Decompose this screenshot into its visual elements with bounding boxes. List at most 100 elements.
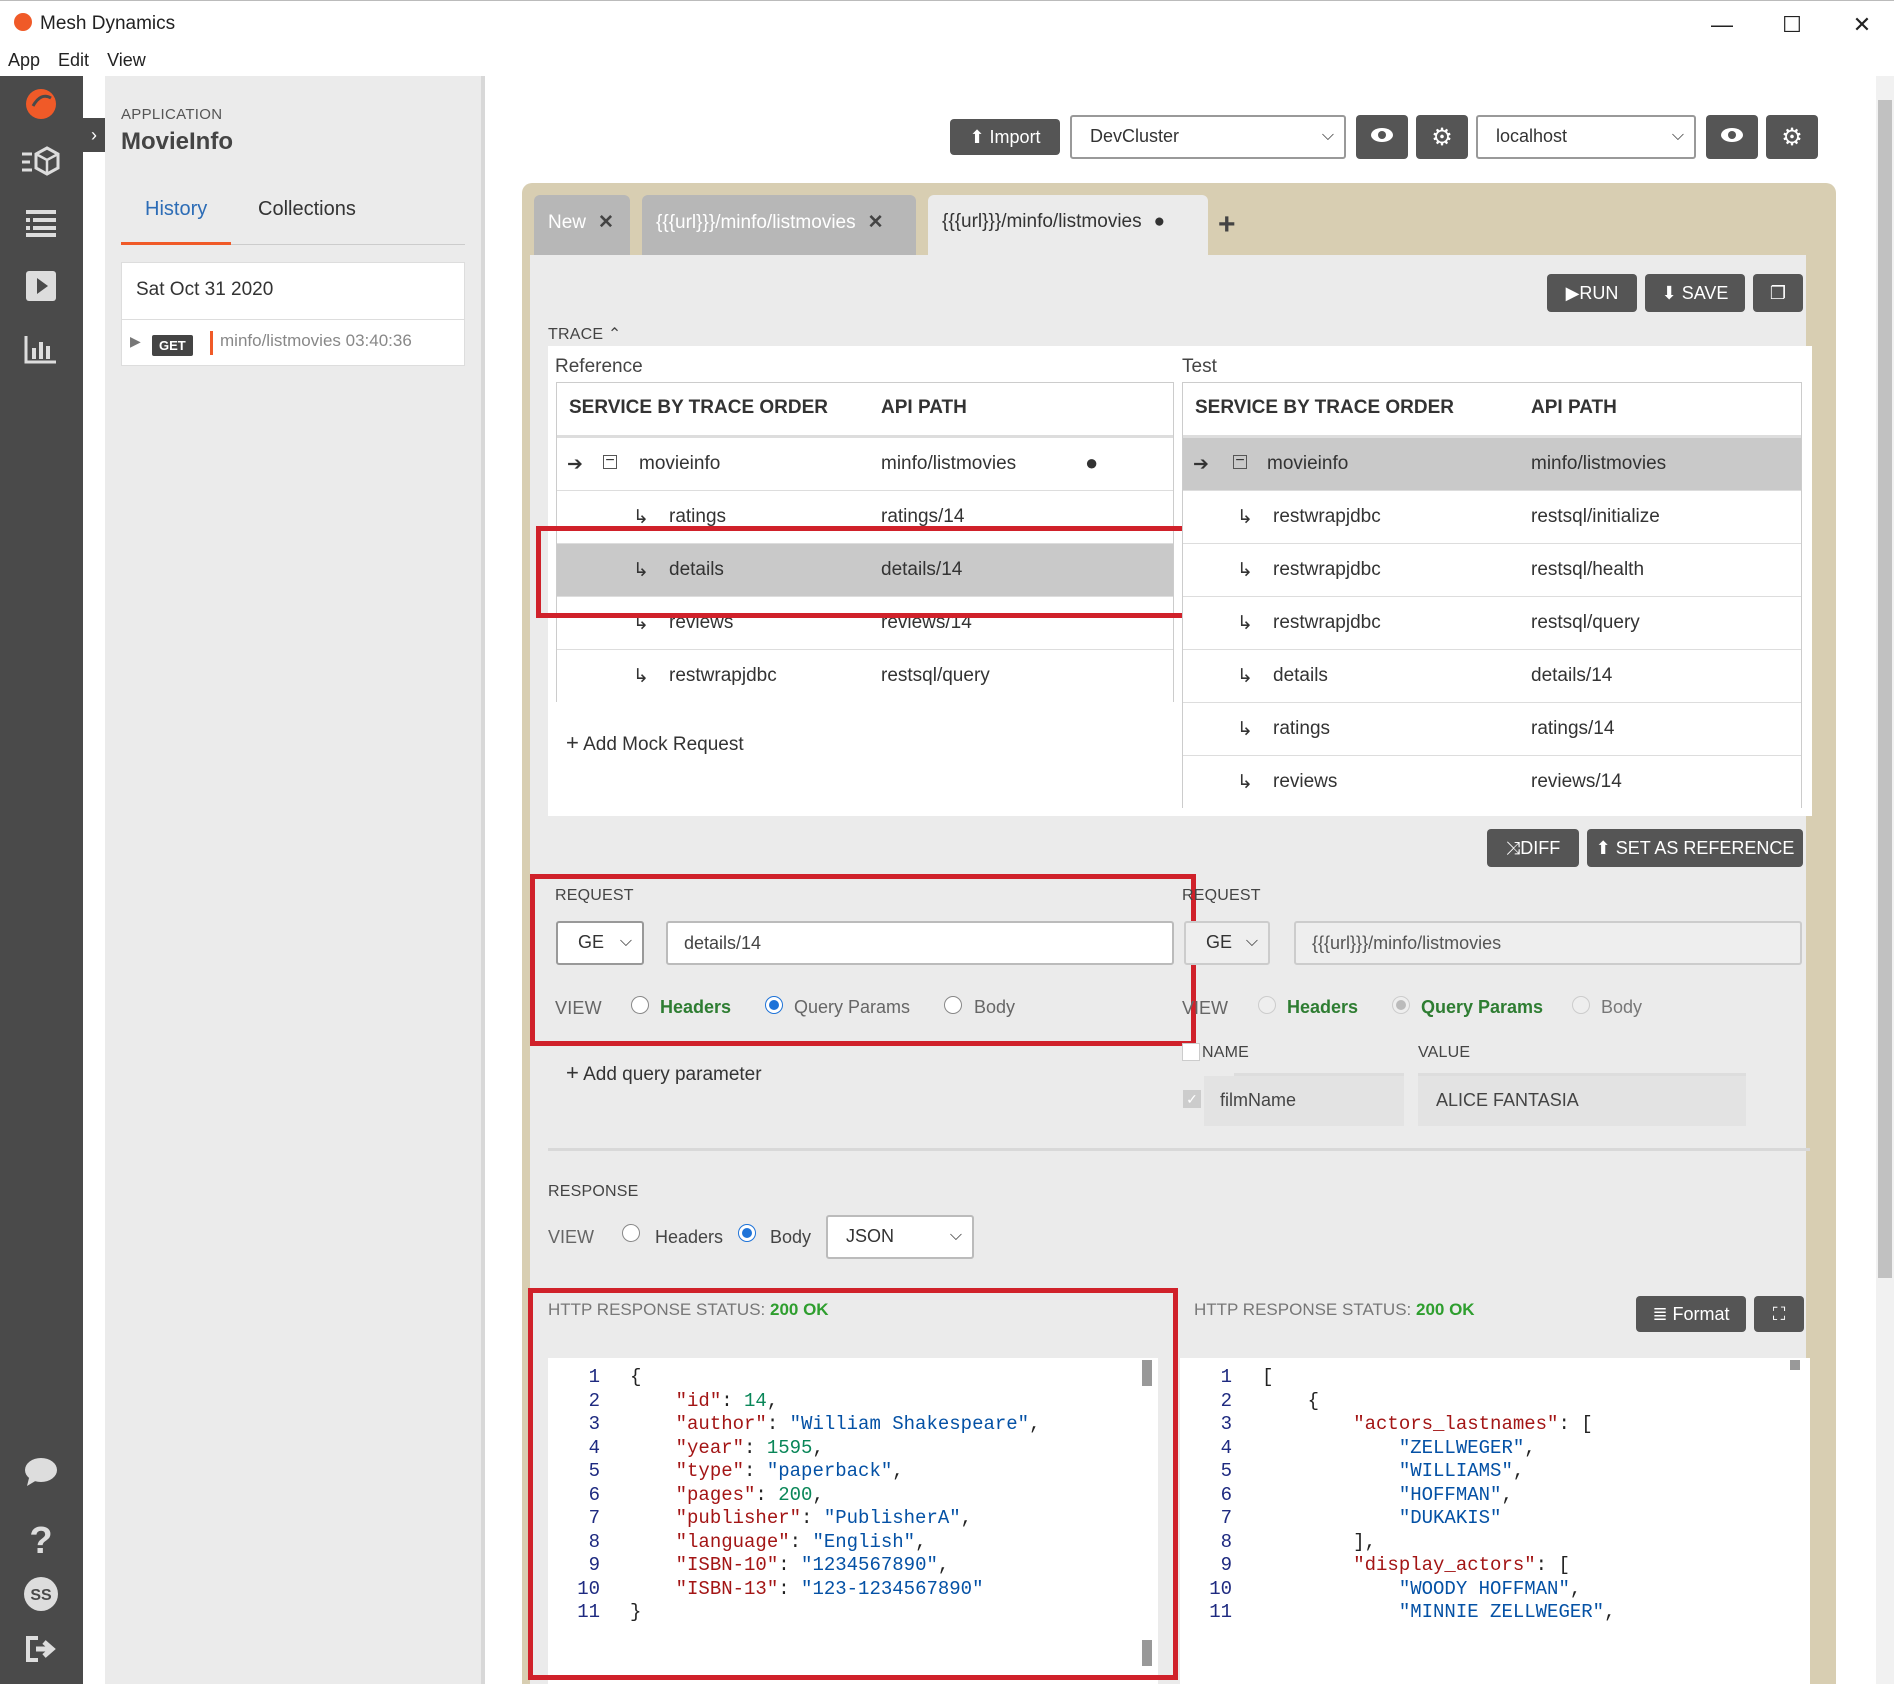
- tab-new[interactable]: New ✕: [534, 195, 630, 255]
- help-icon[interactable]: ?: [18, 1518, 64, 1564]
- table-row[interactable]: ↳ ratings ratings/14: [1183, 703, 1801, 756]
- collapse-icon[interactable]: −: [1233, 453, 1247, 469]
- fullscreen-button[interactable]: ⛶: [1754, 1296, 1804, 1332]
- services-cube-icon[interactable]: [18, 144, 64, 190]
- code-text: [: [1262, 1366, 1274, 1388]
- menu-edit[interactable]: Edit: [58, 48, 89, 72]
- close-window-button[interactable]: ✕: [1842, 9, 1882, 41]
- host-select[interactable]: localhost ⌵: [1476, 115, 1696, 159]
- table-row[interactable]: ↳ restwrapjdbc restsql/initialize: [1183, 491, 1801, 544]
- add-mock-request-button[interactable]: + Add Mock Request: [566, 730, 744, 756]
- logo-icon[interactable]: [18, 86, 64, 132]
- param-name-field[interactable]: filmName: [1204, 1076, 1404, 1126]
- page-scrollbar-thumb[interactable]: [1878, 100, 1892, 1278]
- table-row[interactable]: ↳ restwrapjdbc restsql/health: [1183, 544, 1801, 597]
- view-host-button[interactable]: [1706, 115, 1758, 159]
- close-icon[interactable]: ✕: [598, 212, 614, 233]
- add-query-parameter-button[interactable]: + Add query parameter: [566, 1060, 762, 1086]
- status-bar: [210, 331, 213, 355]
- child-arrow-icon: ↳: [633, 666, 649, 687]
- chart-icon[interactable]: [18, 332, 64, 378]
- tab-listmovies-2[interactable]: {{{url}}}/minfo/listmovies ●: [928, 195, 1208, 255]
- cluster-settings-button[interactable]: ⚙: [1416, 115, 1468, 159]
- tab-history[interactable]: History: [145, 198, 207, 221]
- duplicate-button[interactable]: ❐: [1753, 274, 1803, 312]
- headers-radio-label: Headers: [1287, 997, 1359, 1017]
- line-number: 9: [1220, 1554, 1232, 1576]
- http-status-right: HTTP RESPONSE STATUS: 200 OK: [1194, 1300, 1475, 1319]
- window-title: Mesh Dynamics: [40, 13, 176, 34]
- select-all-checkbox[interactable]: [1182, 1043, 1200, 1061]
- code-value: [: [1581, 1413, 1593, 1435]
- save-button[interactable]: ⬇ SAVE: [1645, 274, 1745, 312]
- table-row[interactable]: ↳ restwrapjdbc restsql/query: [557, 650, 1173, 703]
- active-tab-indicator: [121, 242, 231, 245]
- play-icon[interactable]: [18, 270, 64, 316]
- column-header-api-path: API PATH: [881, 397, 967, 418]
- request-url-input[interactable]: [1294, 921, 1802, 965]
- code-string: "ZELLWEGER": [1262, 1436, 1525, 1459]
- column-header-api-path: API PATH: [1531, 397, 1617, 418]
- tab-listmovies-1[interactable]: {{{url}}}/minfo/listmovies ✕: [642, 195, 916, 255]
- run-button[interactable]: ▶RUN: [1547, 274, 1637, 312]
- minimize-button[interactable]: —: [1702, 9, 1742, 41]
- response-headers-radio[interactable]: [622, 1224, 640, 1242]
- logout-icon[interactable]: [18, 1632, 64, 1678]
- unsaved-dot-icon: ●: [1153, 211, 1166, 232]
- shuffle-icon: ⤨: [1505, 838, 1521, 858]
- set-as-reference-button[interactable]: ⬆ SET AS REFERENCE: [1587, 829, 1803, 867]
- query-params-radio-label: Query Params: [1421, 997, 1544, 1017]
- highlight-box: [530, 874, 1196, 1046]
- code-string: "WOODY HOFFMAN": [1262, 1577, 1570, 1600]
- maximize-button[interactable]: ☐: [1772, 9, 1812, 41]
- expand-sidebar-icon[interactable]: ›: [83, 118, 105, 152]
- table-row[interactable]: ➔ − movieinfo minfo/listmovies ●: [557, 438, 1173, 491]
- chat-icon[interactable]: [18, 1456, 64, 1502]
- list-icon[interactable]: [18, 206, 64, 252]
- expand-arrow-icon[interactable]: ▶: [130, 333, 141, 350]
- collapse-icon[interactable]: ⌃: [608, 326, 622, 343]
- test-trace-table: SERVICE BY TRACE ORDER API PATH ➔ − movi…: [1182, 382, 1802, 809]
- import-button[interactable]: ⬆ Import: [950, 119, 1060, 155]
- host-settings-button[interactable]: ⚙: [1766, 115, 1818, 159]
- menu-app[interactable]: App: [8, 48, 40, 72]
- chevron-down-icon: ⌵: [1245, 933, 1258, 950]
- trace-label: TRACE ⌃: [548, 326, 622, 343]
- method-select[interactable]: GE ⌵: [1184, 921, 1270, 965]
- child-arrow-icon: ↳: [1237, 772, 1253, 793]
- collapse-icon[interactable]: −: [603, 453, 617, 469]
- arrow-right-icon: ➔: [1193, 454, 1209, 475]
- table-row[interactable]: ↳ restwrapjdbc restsql/query: [1183, 597, 1801, 650]
- menu-view[interactable]: View: [107, 48, 146, 72]
- line-number: 3: [1220, 1413, 1232, 1435]
- column-header-service: SERVICE BY TRACE ORDER: [1195, 397, 1455, 418]
- close-icon[interactable]: ✕: [868, 212, 884, 233]
- history-item[interactable]: minfo/listmovies 03:40:36: [220, 331, 412, 351]
- table-row[interactable]: ↳ reviews reviews/14: [1183, 756, 1801, 809]
- body-radio-label: Body: [1601, 997, 1643, 1017]
- add-tab-button[interactable]: +: [1218, 208, 1236, 242]
- code-key: "actors_lastnames": [1262, 1413, 1559, 1435]
- param-value-field[interactable]: ALICE FANTASIA: [1418, 1076, 1746, 1126]
- cluster-select[interactable]: DevCluster ⌵: [1070, 115, 1346, 159]
- table-row-selected[interactable]: ➔ − movieinfo minfo/listmovies: [1183, 438, 1801, 491]
- param-checkbox[interactable]: ✓: [1183, 1090, 1201, 1108]
- child-arrow-icon: ↳: [1237, 507, 1253, 528]
- body-radio[interactable]: [1572, 996, 1590, 1014]
- diff-button[interactable]: ⤨DIFF: [1487, 829, 1579, 867]
- history-group: Sat Oct 31 2020 ▶ GET minfo/listmovies 0…: [121, 262, 465, 366]
- format-button[interactable]: ≣ Format: [1636, 1296, 1746, 1332]
- line-number: 10: [1209, 1577, 1232, 1600]
- view-cluster-button[interactable]: [1356, 115, 1408, 159]
- table-row[interactable]: ↳ details details/14: [1183, 650, 1801, 703]
- chevron-down-icon: ⌵: [1671, 127, 1684, 144]
- response-format-select[interactable]: JSON ⌵: [826, 1215, 974, 1259]
- response-body-radio[interactable]: [738, 1224, 756, 1242]
- headers-radio[interactable]: [1258, 996, 1276, 1014]
- query-params-radio[interactable]: [1392, 996, 1410, 1014]
- response-body-editor-right[interactable]: 1[2 {3 "actors_lastnames": [4 "ZELLWEGER…: [1180, 1358, 1810, 1684]
- tab-collections[interactable]: Collections: [258, 198, 356, 221]
- response-body-label: Body: [770, 1227, 812, 1247]
- user-avatar[interactable]: SS: [18, 1576, 64, 1622]
- chevron-down-icon: ⌵: [949, 1227, 962, 1244]
